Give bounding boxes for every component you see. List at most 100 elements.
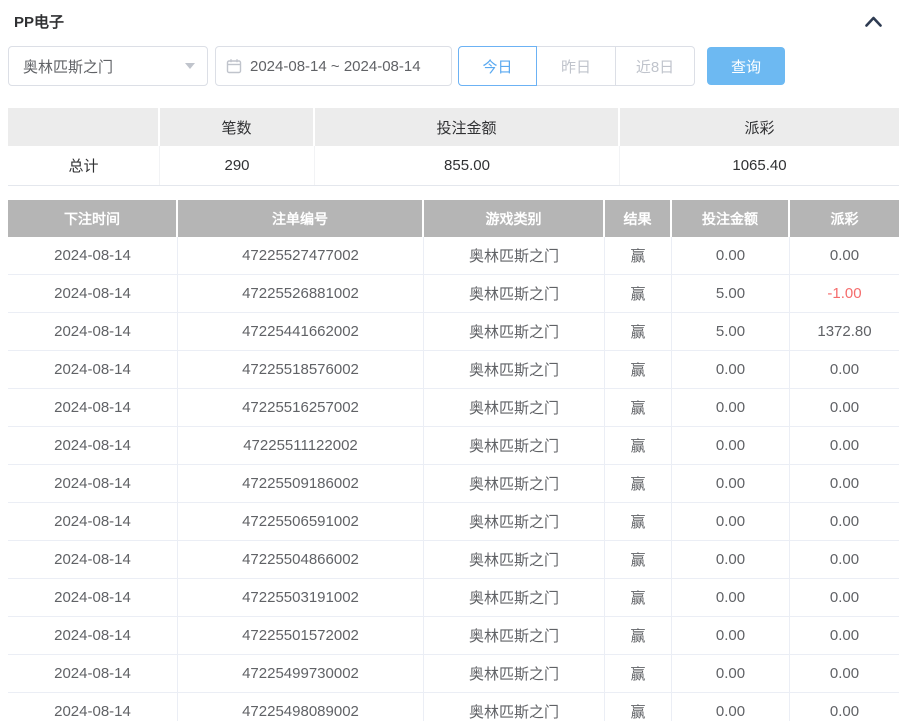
cell-result: 赢 xyxy=(605,275,672,312)
collapse-button[interactable] xyxy=(863,11,883,31)
summary-total-label: 总计 xyxy=(8,146,160,185)
table-row: 2024-08-14 47225501572002 奥林匹斯之门 赢 0.00 … xyxy=(8,617,899,655)
summary-header-payout: 派彩 xyxy=(620,108,899,146)
records-header-bet-amount: 投注金额 xyxy=(672,200,790,237)
cell-game-category: 奥林匹斯之门 xyxy=(424,313,605,350)
cell-result: 赢 xyxy=(605,389,672,426)
summary-total-count: 290 xyxy=(160,146,315,185)
cell-bet-number: 47225526881002 xyxy=(178,275,424,312)
table-row: 2024-08-14 47225498089002 奥林匹斯之门 赢 0.00 … xyxy=(8,693,899,721)
cell-game-category: 奥林匹斯之门 xyxy=(424,237,605,274)
table-row: 2024-08-14 47225526881002 奥林匹斯之门 赢 5.00 … xyxy=(8,275,899,313)
cell-payout: 0.00 xyxy=(790,427,899,464)
cell-bet-number: 47225441662002 xyxy=(178,313,424,350)
cell-result: 赢 xyxy=(605,237,672,274)
cell-result: 赢 xyxy=(605,655,672,692)
records-header-game-category: 游戏类别 xyxy=(424,200,605,237)
table-row: 2024-08-14 47225506591002 奥林匹斯之门 赢 0.00 … xyxy=(8,503,899,541)
cell-bet-amount: 0.00 xyxy=(672,541,790,578)
cell-bet-time: 2024-08-14 xyxy=(8,579,178,616)
records-header-bet-time: 下注时间 xyxy=(8,200,178,237)
cell-result: 赢 xyxy=(605,503,672,540)
cell-bet-amount: 0.00 xyxy=(672,237,790,274)
cell-bet-amount: 0.00 xyxy=(672,655,790,692)
last-8-days-button[interactable]: 近8日 xyxy=(616,46,695,86)
cell-payout: 0.00 xyxy=(790,465,899,502)
cell-result: 赢 xyxy=(605,427,672,464)
game-select-value: 奥林匹斯之门 xyxy=(23,56,113,77)
cell-bet-number: 47225516257002 xyxy=(178,389,424,426)
table-row: 2024-08-14 47225503191002 奥林匹斯之门 赢 0.00 … xyxy=(8,579,899,617)
query-button[interactable]: 查询 xyxy=(707,47,785,85)
cell-bet-time: 2024-08-14 xyxy=(8,275,178,312)
cell-bet-number: 47225501572002 xyxy=(178,617,424,654)
cell-bet-number: 47225498089002 xyxy=(178,693,424,721)
cell-bet-number: 47225527477002 xyxy=(178,237,424,274)
cell-result: 赢 xyxy=(605,579,672,616)
cell-bet-amount: 5.00 xyxy=(672,275,790,312)
cell-bet-amount: 0.00 xyxy=(672,389,790,426)
table-row: 2024-08-14 47225509186002 奥林匹斯之门 赢 0.00 … xyxy=(8,465,899,503)
cell-result: 赢 xyxy=(605,313,672,350)
cell-bet-time: 2024-08-14 xyxy=(8,541,178,578)
table-row: 2024-08-14 47225504866002 奥林匹斯之门 赢 0.00 … xyxy=(8,541,899,579)
cell-payout: -1.00 xyxy=(790,275,899,312)
table-row: 2024-08-14 47225441662002 奥林匹斯之门 赢 5.00 … xyxy=(8,313,899,351)
calendar-icon xyxy=(226,58,242,74)
cell-bet-amount: 0.00 xyxy=(672,465,790,502)
records-body: 2024-08-14 47225527477002 奥林匹斯之门 赢 0.00 … xyxy=(8,237,899,721)
date-range-input[interactable]: 2024-08-14 ~ 2024-08-14 xyxy=(215,46,452,86)
cell-result: 赢 xyxy=(605,541,672,578)
panel-header: PP电子 xyxy=(0,0,899,33)
cell-game-category: 奥林匹斯之门 xyxy=(424,579,605,616)
cell-payout: 0.00 xyxy=(790,617,899,654)
cell-game-category: 奥林匹斯之门 xyxy=(424,275,605,312)
cell-bet-time: 2024-08-14 xyxy=(8,693,178,721)
date-range-value: 2024-08-14 ~ 2024-08-14 xyxy=(250,58,421,75)
cell-bet-number: 47225506591002 xyxy=(178,503,424,540)
cell-bet-amount: 0.00 xyxy=(672,693,790,721)
cell-result: 赢 xyxy=(605,465,672,502)
cell-bet-time: 2024-08-14 xyxy=(8,427,178,464)
cell-bet-amount: 0.00 xyxy=(672,617,790,654)
today-button[interactable]: 今日 xyxy=(458,46,537,86)
cell-bet-time: 2024-08-14 xyxy=(8,351,178,388)
cell-payout: 0.00 xyxy=(790,351,899,388)
yesterday-button[interactable]: 昨日 xyxy=(537,46,616,86)
cell-payout: 0.00 xyxy=(790,541,899,578)
quick-date-button-group: 今日 昨日 近8日 xyxy=(458,46,695,86)
cell-payout: 1372.80 xyxy=(790,313,899,350)
cell-payout: 0.00 xyxy=(790,389,899,426)
chevron-down-icon xyxy=(185,63,195,69)
panel-title: PP电子 xyxy=(14,11,64,32)
table-row: 2024-08-14 47225499730002 奥林匹斯之门 赢 0.00 … xyxy=(8,655,899,693)
cell-game-category: 奥林匹斯之门 xyxy=(424,465,605,502)
records-header-bet-number: 注单编号 xyxy=(178,200,424,237)
cell-bet-amount: 0.00 xyxy=(672,579,790,616)
cell-bet-time: 2024-08-14 xyxy=(8,655,178,692)
game-select[interactable]: 奥林匹斯之门 xyxy=(8,46,208,86)
cell-result: 赢 xyxy=(605,617,672,654)
cell-bet-number: 47225509186002 xyxy=(178,465,424,502)
summary-header-blank xyxy=(8,108,160,146)
records-header-row: 下注时间 注单编号 游戏类别 结果 投注金额 派彩 xyxy=(8,200,899,237)
table-row: 2024-08-14 47225518576002 奥林匹斯之门 赢 0.00 … xyxy=(8,351,899,389)
cell-bet-number: 47225503191002 xyxy=(178,579,424,616)
cell-bet-time: 2024-08-14 xyxy=(8,617,178,654)
cell-payout: 0.00 xyxy=(790,579,899,616)
cell-bet-amount: 5.00 xyxy=(672,313,790,350)
cell-bet-number: 47225504866002 xyxy=(178,541,424,578)
records-header-result: 结果 xyxy=(605,200,672,237)
cell-game-category: 奥林匹斯之门 xyxy=(424,351,605,388)
cell-bet-amount: 0.00 xyxy=(672,427,790,464)
summary-header-count: 笔数 xyxy=(160,108,315,146)
cell-payout: 0.00 xyxy=(790,693,899,721)
cell-result: 赢 xyxy=(605,351,672,388)
table-row: 2024-08-14 47225511122002 奥林匹斯之门 赢 0.00 … xyxy=(8,427,899,465)
cell-bet-time: 2024-08-14 xyxy=(8,465,178,502)
cell-bet-time: 2024-08-14 xyxy=(8,313,178,350)
summary-total-payout: 1065.40 xyxy=(620,146,899,185)
cell-bet-amount: 0.00 xyxy=(672,503,790,540)
cell-game-category: 奥林匹斯之门 xyxy=(424,617,605,654)
summary-table: 笔数 投注金额 派彩 总计 290 855.00 1065.40 xyxy=(8,108,899,186)
